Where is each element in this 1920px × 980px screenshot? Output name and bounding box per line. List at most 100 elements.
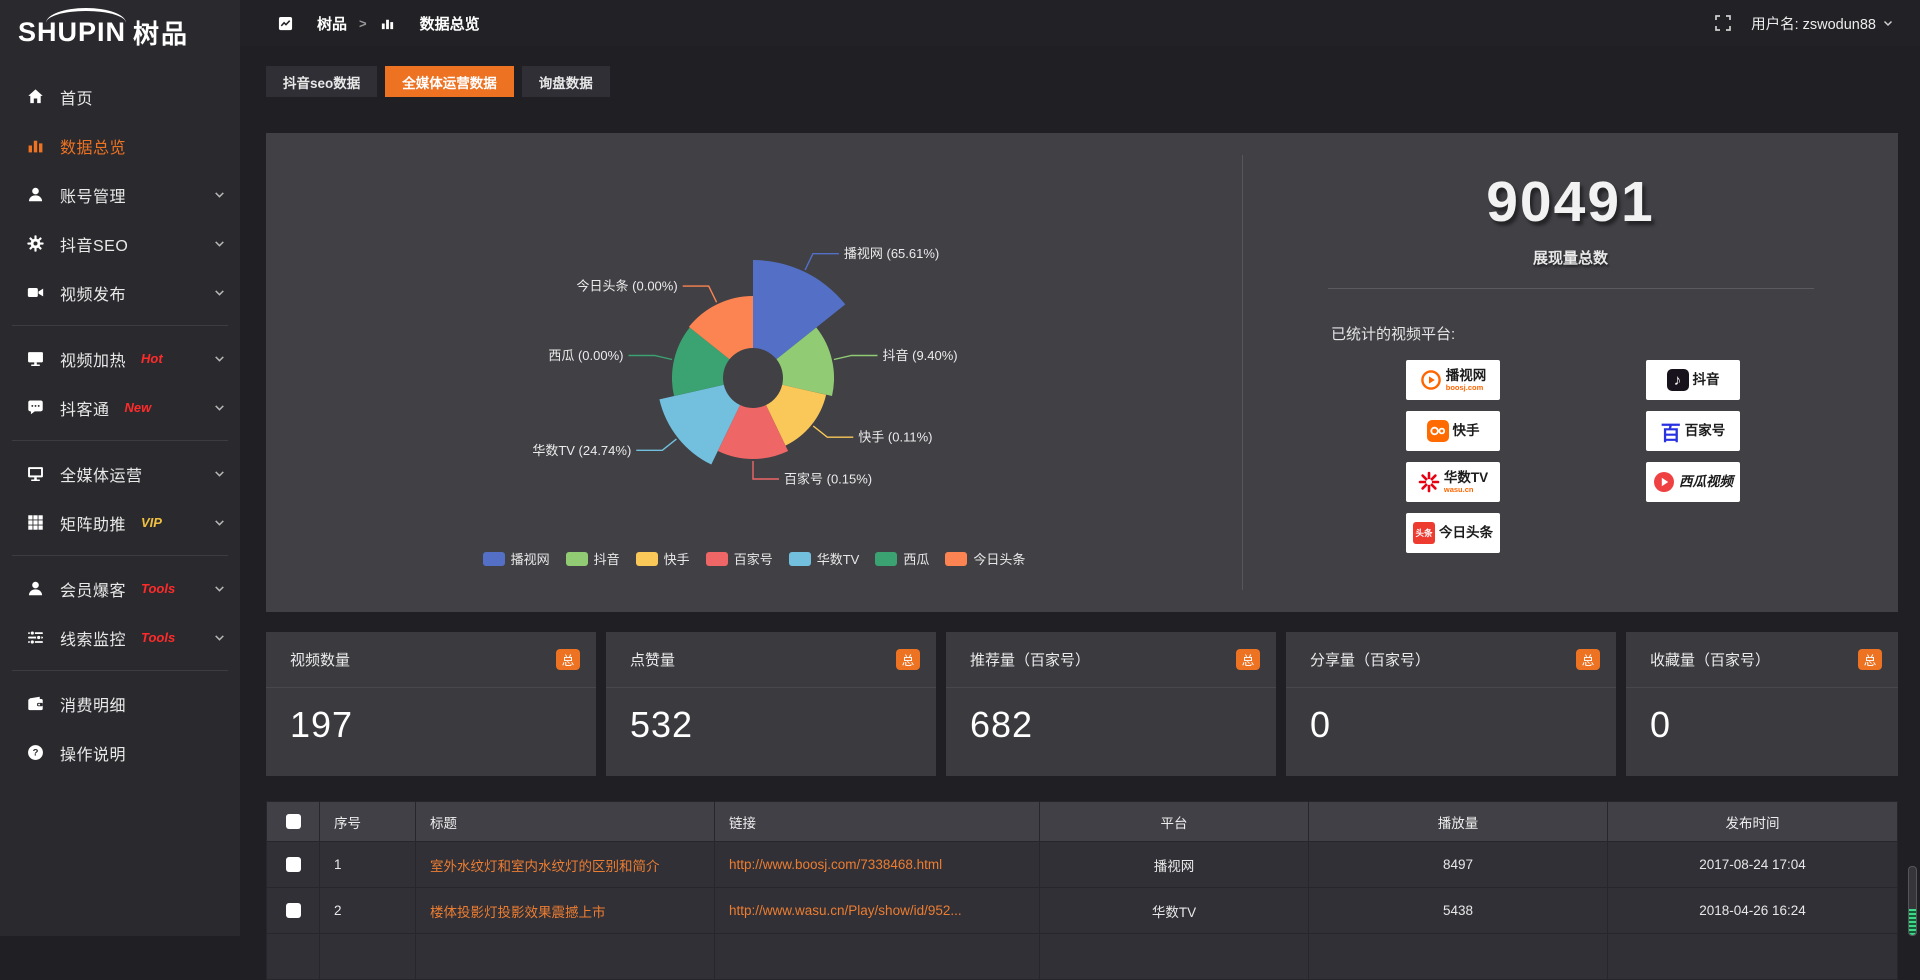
legend-label: 抖音 <box>594 549 620 568</box>
legend-item-百家号[interactable]: 百家号 <box>706 549 773 568</box>
legend-label: 播视网 <box>511 549 550 568</box>
panel-divider <box>1328 288 1814 289</box>
sidebar-divider <box>12 555 228 556</box>
chevron-down-icon <box>213 582 226 595</box>
row-checkbox[interactable] <box>286 903 301 918</box>
legend-swatch <box>945 552 967 566</box>
sidebar-item-4[interactable]: 视频发布 <box>0 268 240 317</box>
tab-0[interactable]: 抖音seo数据 <box>266 66 377 97</box>
legend-swatch <box>875 552 897 566</box>
scrollbar-indicator <box>1909 909 1916 935</box>
select-all-checkbox[interactable] <box>286 814 301 829</box>
legend-item-快手[interactable]: 快手 <box>636 549 690 568</box>
video-icon <box>26 284 44 302</box>
platform-badge-baijiahao: 百百家号 <box>1646 411 1740 451</box>
home-icon <box>26 88 44 106</box>
tab-2[interactable]: 询盘数据 <box>522 66 610 97</box>
pie-label: 百家号 (0.15%) <box>784 472 872 487</box>
empty-cell <box>320 934 416 980</box>
stat-card-1: 点赞量总532 <box>606 632 936 776</box>
sidebar-item-10[interactable]: 线索监控Tools <box>0 613 240 662</box>
legend-item-西瓜[interactable]: 西瓜 <box>875 549 929 568</box>
video-title-link[interactable]: 室外水纹灯和室内水纹灯的区别和简介 <box>430 859 660 874</box>
sidebar-divider <box>12 440 228 441</box>
pie-label-line <box>683 286 717 302</box>
sidebar-item-label: 视频发布 <box>60 281 126 305</box>
help-icon: ? <box>26 744 44 762</box>
video-title-link[interactable]: 楼体投影灯投影效果震撼上市 <box>430 905 606 920</box>
platforms-title: 已统计的视频平台: <box>1331 323 1898 344</box>
wallet-icon <box>26 695 44 713</box>
sidebar-item-badge: VIP <box>141 515 162 530</box>
stat-card-3: 分享量（百家号）总0 <box>1286 632 1616 776</box>
breadcrumb-app[interactable]: 树品 <box>317 13 347 34</box>
video-url-link[interactable]: http://www.wasu.cn/Play/show/id/952... <box>729 903 962 918</box>
legend-label: 华数TV <box>817 549 860 568</box>
row-checkbox[interactable] <box>286 857 301 872</box>
row-platform-cell: 播视网 <box>1040 842 1309 888</box>
scrollbar-thumb[interactable] <box>1908 866 1917 936</box>
stat-card-4: 收藏量（百家号）总0 <box>1626 632 1898 776</box>
legend-swatch <box>636 552 658 566</box>
platform-grid: 播视网boosj.com♪抖音快手百百家号华数TVwasu.cn西瓜视频头条今日… <box>1406 360 1898 553</box>
sidebar-item-11[interactable]: 消费明细 <box>0 679 240 728</box>
pie-label-line <box>636 439 676 450</box>
sidebar-item-12[interactable]: ?操作说明 <box>0 728 240 777</box>
sidebar-item-3[interactable]: 抖音SEO <box>0 219 240 268</box>
user-menu[interactable]: 用户名: zswodun88 <box>1751 13 1894 34</box>
app-logo[interactable]: SHUPIN 树品 <box>0 0 240 64</box>
stat-title: 分享量（百家号） <box>1310 649 1430 670</box>
stat-title: 视频数量 <box>290 649 350 670</box>
sidebar-item-5[interactable]: 视频加热Hot <box>0 334 240 383</box>
svg-text:?: ? <box>32 748 38 759</box>
breadcrumb-page[interactable]: 数据总览 <box>420 13 480 34</box>
main-content: 抖音seo数据全媒体运营数据询盘数据 播视网 (65.61%)抖音 (9.40%… <box>240 46 1920 936</box>
fullscreen-icon[interactable] <box>1715 15 1731 31</box>
sidebar-item-0[interactable]: 首页 <box>0 72 240 121</box>
sidebar: SHUPIN 树品 首页数据总览账号管理抖音SEO 视频发布视频加热Hot抖客通N… <box>0 0 240 936</box>
select-all-header <box>267 802 320 842</box>
kuaishou-logo-icon <box>1427 420 1449 442</box>
sidebar-item-6[interactable]: 抖客通New <box>0 383 240 432</box>
sidebar-item-label: 线索监控 <box>60 626 126 650</box>
toutiao-glyph: 头条 <box>1413 522 1435 544</box>
sidebar-item-label: 矩阵助推 <box>60 511 126 535</box>
platform-badge-wasu: 华数TVwasu.cn <box>1406 462 1500 502</box>
tab-bar: 抖音seo数据全媒体运营数据询盘数据 <box>266 66 1898 97</box>
screen-icon <box>26 350 44 368</box>
sidebar-item-label: 全媒体运营 <box>60 462 143 486</box>
pie-label: 快手 (0.11%) <box>858 430 932 445</box>
pie-label-line <box>629 356 673 360</box>
legend-label: 西瓜 <box>903 549 929 568</box>
sidebar-item-1[interactable]: 数据总览 <box>0 121 240 170</box>
legend-item-播视网[interactable]: 播视网 <box>483 549 550 568</box>
video-url-link[interactable]: http://www.boosj.com/7338468.html <box>729 857 942 872</box>
platform-text: 抖音 <box>1693 372 1720 388</box>
sidebar-item-9[interactable]: 会员爆客Tools <box>0 564 240 613</box>
logo-arc-decoration <box>46 8 126 23</box>
sidebar-divider <box>12 670 228 671</box>
sidebar-divider <box>12 325 228 326</box>
empty-cell <box>715 934 1040 980</box>
stat-card-header: 视频数量总 <box>266 632 596 688</box>
platform-badge-toutiao: 头条今日头条 <box>1406 513 1500 553</box>
empty-cell <box>1309 934 1608 980</box>
legend-item-抖音[interactable]: 抖音 <box>566 549 620 568</box>
sidebar-item-8[interactable]: 矩阵助推 VIP <box>0 498 240 547</box>
chart-legend: 播视网 抖音 快手百家号 华数TV 西瓜 今日头条 <box>266 549 1242 568</box>
empty-cell <box>1040 934 1309 980</box>
sidebar-item-7[interactable]: 全媒体运营 <box>0 449 240 498</box>
table-row-partial <box>267 934 1898 980</box>
platform-name: 快手 <box>1453 423 1480 439</box>
legend-label: 今日头条 <box>973 549 1025 568</box>
grid-icon <box>26 514 44 532</box>
legend-item-华数TV[interactable]: 华数TV <box>789 549 860 568</box>
sidebar-item-2[interactable]: 账号管理 <box>0 170 240 219</box>
legend-item-今日头条[interactable]: 今日头条 <box>945 549 1025 568</box>
wasu-logo-icon <box>1418 471 1440 493</box>
breadcrumb-separator: > <box>359 16 367 31</box>
tab-1[interactable]: 全媒体运营数据 <box>385 66 514 97</box>
pie-label: 播视网 (65.61%) <box>844 246 939 261</box>
platform-name: 百家号 <box>1685 423 1726 439</box>
legend-label: 快手 <box>664 549 690 568</box>
